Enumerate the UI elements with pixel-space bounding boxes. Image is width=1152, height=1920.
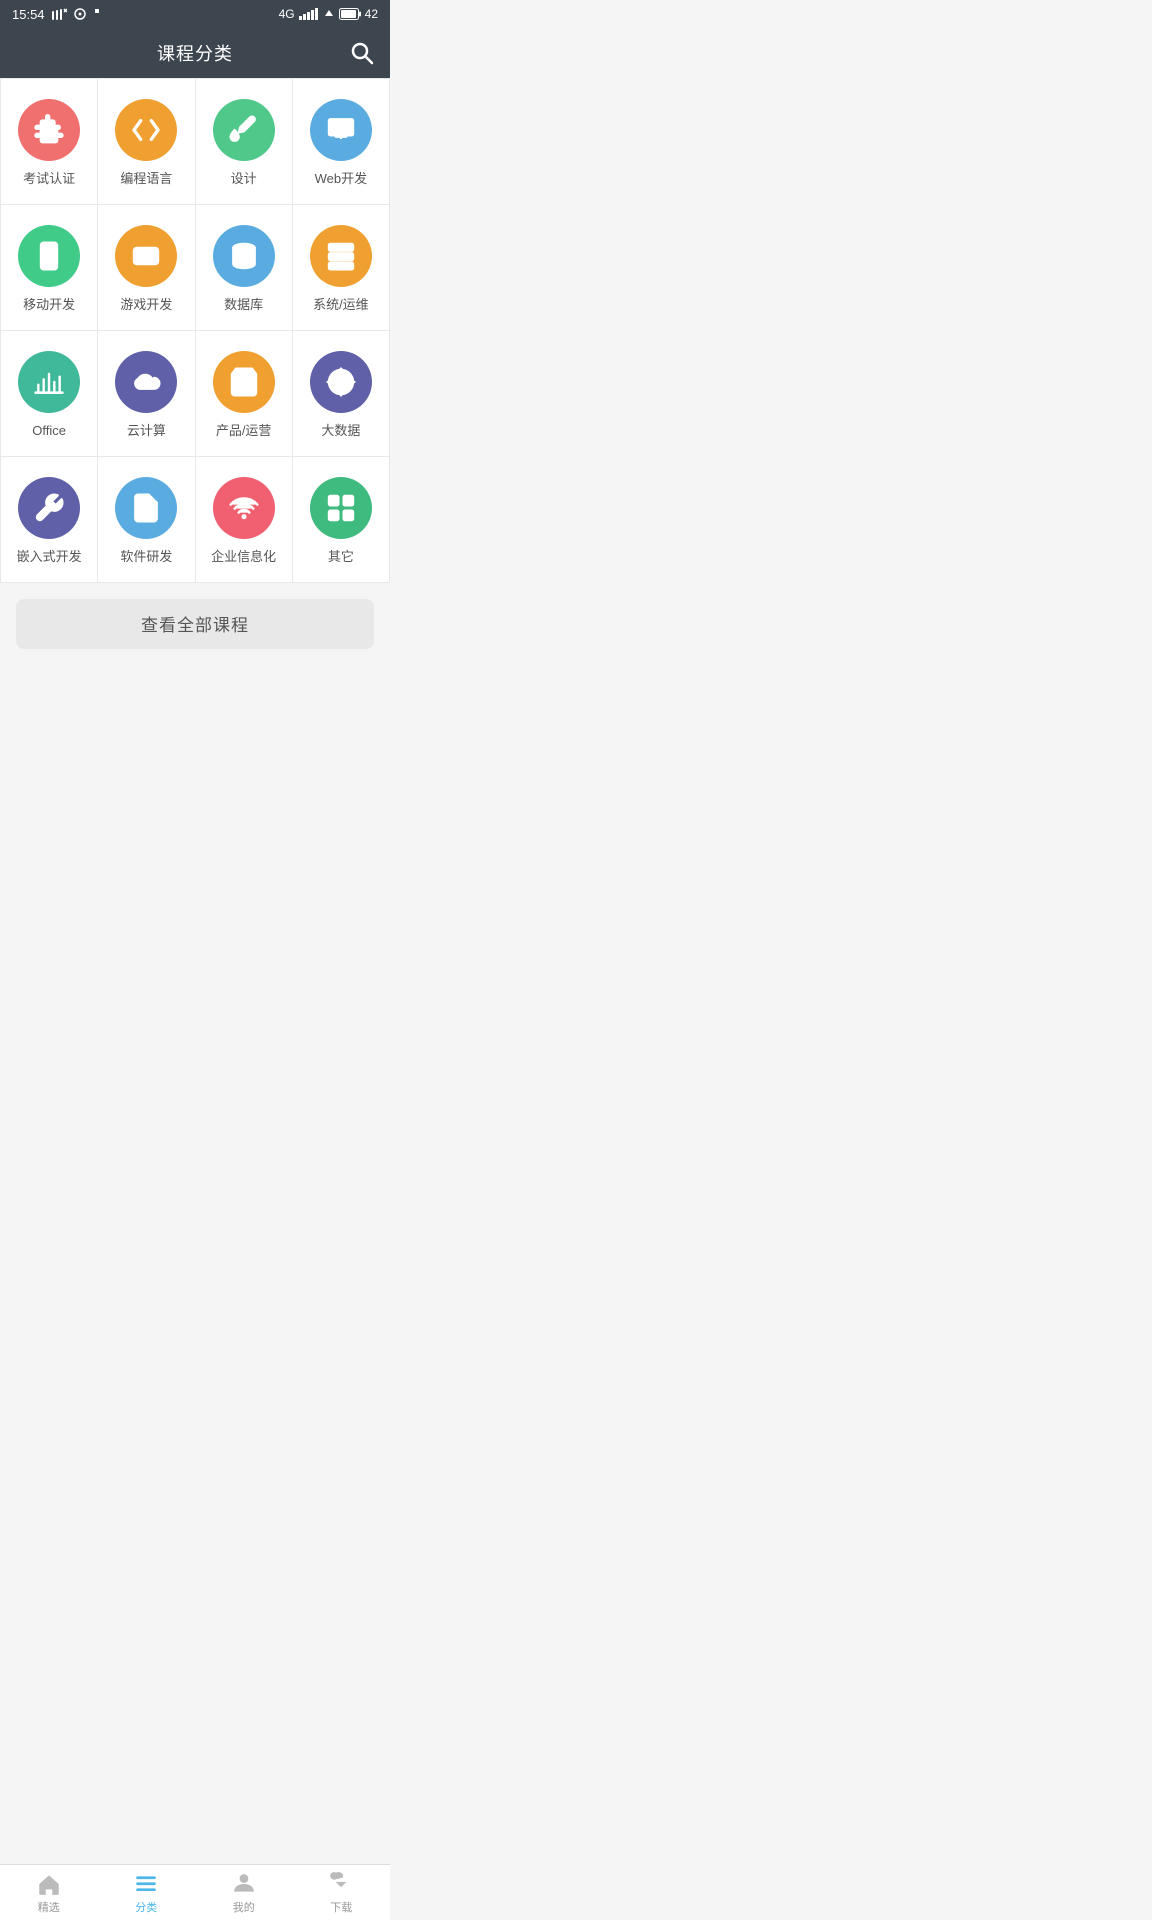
category-item-exam[interactable]: 考试认证	[1, 79, 98, 205]
category-label-webdev: Web开发	[315, 171, 368, 188]
category-label-database: 数据库	[224, 297, 263, 314]
category-icon-mobile	[18, 225, 80, 287]
category-item-software[interactable]: 软件研发	[98, 457, 195, 583]
category-item-programming[interactable]: 编程语言	[98, 79, 195, 205]
category-label-exam: 考试认证	[23, 171, 75, 188]
category-icon-webdev	[310, 99, 372, 161]
nav-item-category[interactable]: 分类	[98, 1865, 196, 1920]
category-icon-bigdata	[310, 351, 372, 413]
category-grid: 考试认证 编程语言 设计 Web开发 移动开发 游戏开发 数据库	[0, 78, 390, 583]
category-icon-gamedev	[115, 225, 177, 287]
category-item-gamedev[interactable]: 游戏开发	[98, 205, 195, 331]
time: 15:54	[12, 7, 45, 22]
battery-level: 42	[365, 7, 378, 21]
nav-item-mine[interactable]: 我的	[195, 1865, 293, 1920]
category-item-mobile[interactable]: 移动开发	[1, 205, 98, 331]
category-label-other: 其它	[328, 549, 354, 566]
view-all-button[interactable]: 查看全部课程	[16, 599, 374, 649]
category-icon-cloud	[115, 351, 177, 413]
category-label-product: 产品/运营	[216, 423, 272, 440]
category-icon-programming	[115, 99, 177, 161]
category-icon-software	[115, 477, 177, 539]
category-label-programming: 编程语言	[120, 171, 172, 188]
category-item-product[interactable]: 产品/运营	[196, 331, 293, 457]
category-item-sysops[interactable]: 系统/运维	[293, 205, 390, 331]
category-label-software: 软件研发	[120, 549, 172, 566]
category-label-gamedev: 游戏开发	[120, 297, 172, 314]
nav-item-download[interactable]: 下载	[293, 1865, 391, 1920]
category-label-sysops: 系统/运维	[313, 297, 369, 314]
category-icon-design	[213, 99, 275, 161]
category-item-office[interactable]: Office	[1, 331, 98, 457]
page-title: 课程分类	[157, 40, 233, 66]
category-label-embedded: 嵌入式开发	[17, 549, 82, 566]
nav-label-mine: 我的	[233, 1899, 255, 1915]
nav-item-home[interactable]: 精选	[0, 1865, 98, 1920]
category-item-enterprise[interactable]: 企业信息化	[196, 457, 293, 583]
category-item-webdev[interactable]: Web开发	[293, 79, 390, 205]
header: 课程分类	[0, 28, 390, 78]
category-icon-embedded	[18, 477, 80, 539]
category-item-bigdata[interactable]: 大数据	[293, 331, 390, 457]
category-icon-enterprise	[213, 477, 275, 539]
status-bar: 15:54 4G 42	[0, 0, 390, 28]
category-item-other[interactable]: 其它	[293, 457, 390, 583]
category-icon-sysops	[310, 225, 372, 287]
category-icon-office	[18, 351, 80, 413]
category-item-database[interactable]: 数据库	[196, 205, 293, 331]
category-icon-product	[213, 351, 275, 413]
category-item-cloud[interactable]: 云计算	[98, 331, 195, 457]
network: 4G	[279, 7, 295, 21]
category-icon-other	[310, 477, 372, 539]
category-label-enterprise: 企业信息化	[211, 549, 276, 566]
category-label-bigdata: 大数据	[321, 423, 360, 440]
category-label-office: Office	[32, 423, 66, 440]
category-item-embedded[interactable]: 嵌入式开发	[1, 457, 98, 583]
category-icon-database	[213, 225, 275, 287]
nav-label-home: 精选	[38, 1899, 60, 1915]
category-label-mobile: 移动开发	[23, 297, 75, 314]
nav-label-category: 分类	[135, 1899, 157, 1915]
category-label-cloud: 云计算	[127, 423, 166, 440]
category-item-design[interactable]: 设计	[196, 79, 293, 205]
bottom-nav: 精选 分类 我的 下载	[0, 1864, 390, 1920]
search-button[interactable]	[350, 41, 374, 65]
category-label-design: 设计	[231, 171, 257, 188]
category-icon-exam	[18, 99, 80, 161]
nav-label-download: 下载	[330, 1899, 352, 1915]
